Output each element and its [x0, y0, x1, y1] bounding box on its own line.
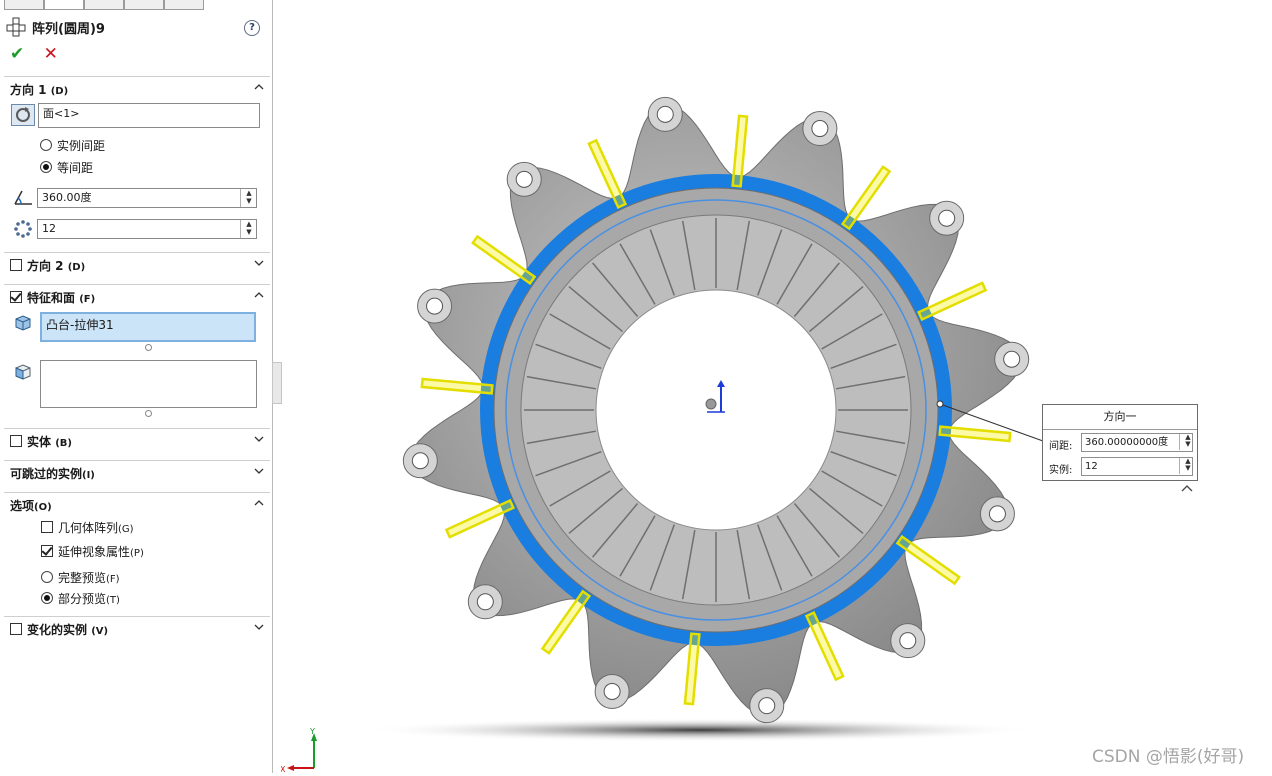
boss-hole: [515, 170, 533, 188]
radio-instance-spacing-dot[interactable]: [40, 139, 52, 151]
boss-hole: [426, 297, 444, 315]
help-icon[interactable]: ?: [244, 20, 260, 36]
cancel-x-icon[interactable]: ✕: [44, 44, 58, 64]
circular-pattern-icon: [6, 17, 26, 37]
manager-tab-bar: [0, 0, 272, 10]
boss-hole: [988, 505, 1006, 523]
triad-x-label: X: [281, 765, 286, 773]
features-list[interactable]: 凸台-拉伸31: [40, 312, 256, 342]
angle-input[interactable]: 360.00度: [37, 188, 257, 208]
graphics-viewport[interactable]: Y X: [280, 0, 1272, 774]
callout-anchor: [936, 400, 944, 408]
section-skip-instances-header[interactable]: 可跳过的实例(I): [4, 460, 270, 485]
pattern-callout-box: 方向一 间距: 360.00000000度 ▲ ▼ 实例: 12 ▲ ▼: [1042, 404, 1198, 481]
chevron-down-icon[interactable]: [254, 622, 264, 632]
callout-spacing-input[interactable]: 360.00000000度: [1081, 433, 1193, 452]
callout-spacing-spinner[interactable]: ▲ ▼: [1179, 434, 1196, 450]
callout-instances-input[interactable]: 12: [1081, 457, 1193, 476]
section-varied-instances-header[interactable]: 变化的实例 (V): [4, 616, 270, 641]
chevron-down-icon[interactable]: [254, 466, 264, 476]
property-manager-panel: 阵列(圆周)9 ? ✔ ✕ 方向 1 (D) 面<1> 实例间距 等间距 360…: [0, 0, 273, 773]
instances-input[interactable]: 12: [37, 219, 257, 239]
features-to-pattern-icon: [15, 315, 31, 331]
chevron-down-icon[interactable]: [254, 258, 264, 268]
section-direction2-header[interactable]: 方向 2 (D): [4, 252, 270, 277]
boss-hole: [411, 452, 429, 470]
callout-instances-row: 实例: 12 ▲ ▼: [1043, 455, 1197, 479]
instances-icon: [14, 220, 32, 238]
chevron-up-icon[interactable]: [254, 82, 264, 92]
features-list-resize-handle[interactable]: [145, 344, 152, 351]
boss-hole: [938, 209, 956, 227]
instances-spinner[interactable]: ▲ ▼: [240, 220, 257, 238]
callout-spacing-row: 间距: 360.00000000度 ▲ ▼: [1043, 431, 1197, 455]
radio-instance-spacing[interactable]: 实例间距: [40, 137, 105, 154]
callout-instances-label: 实例:: [1049, 465, 1073, 476]
watermark-text: CSDN @悟影(好哥): [1092, 747, 1245, 767]
chevron-down-icon[interactable]: [254, 434, 264, 444]
radio-equal-spacing-dot[interactable]: [40, 161, 52, 173]
geometry-pattern-checkbox[interactable]: [41, 521, 53, 533]
faces-list[interactable]: [40, 360, 257, 408]
section-options-header[interactable]: 选项(O): [4, 492, 270, 517]
section-options-label: 选项(O): [10, 498, 52, 513]
callout-collapse-chevron-icon[interactable]: [1181, 484, 1193, 492]
ok-cancel-row: ✔ ✕: [10, 44, 58, 64]
varied-instances-checkbox[interactable]: [10, 622, 22, 635]
faces-list-resize-handle[interactable]: [145, 410, 152, 417]
triad-y-label: Y: [309, 727, 315, 736]
section-direction1-label: 方向 1 (D): [10, 82, 69, 97]
section-direction2-label: 方向 2 (D): [10, 257, 85, 274]
full-preview-option[interactable]: 完整预览(F): [41, 569, 120, 586]
section-bodies-label: 实体 (B): [10, 433, 72, 450]
radio-equal-spacing[interactable]: 等间距: [40, 159, 93, 176]
section-features-faces-label: 特征和面 (F): [10, 289, 95, 306]
angle-spinner[interactable]: ▲ ▼: [240, 189, 257, 207]
section-skip-instances-label: 可跳过的实例(I): [10, 466, 95, 481]
ok-check-icon[interactable]: ✔: [10, 44, 24, 64]
rotation-direction-icon[interactable]: [11, 104, 35, 126]
callout-instances-spinner[interactable]: ▲ ▼: [1179, 458, 1196, 474]
direction2-checkbox[interactable]: [10, 258, 22, 271]
faces-to-pattern-icon: [15, 364, 31, 380]
direction-reference-field[interactable]: 面<1>: [38, 103, 260, 128]
section-varied-instances-label: 变化的实例 (V): [10, 621, 108, 638]
section-features-faces-header[interactable]: 特征和面 (F): [4, 284, 270, 309]
partial-preview-radio[interactable]: [41, 592, 53, 604]
part-model-view[interactable]: Y X: [280, 0, 1272, 774]
chevron-up-icon[interactable]: [254, 498, 264, 508]
geometry-pattern-option[interactable]: 几何体阵列(G): [41, 519, 134, 536]
tab-feature-manager[interactable]: [4, 0, 44, 10]
boss-hole: [811, 120, 829, 138]
angle-icon: [14, 190, 32, 205]
boss-hole: [476, 593, 494, 611]
ground-shadow: [360, 718, 1040, 742]
boss-hole: [1003, 350, 1021, 368]
propagate-visual-checkbox[interactable]: [41, 545, 53, 557]
boss-hole: [758, 697, 776, 715]
tab-property-manager[interactable]: [44, 0, 84, 10]
full-preview-radio[interactable]: [41, 571, 53, 583]
feature-title: 阵列(圆周)9: [32, 21, 105, 37]
coordinate-triad: Y X: [280, 727, 317, 774]
boss-hole: [656, 105, 674, 123]
callout-title: 方向一: [1043, 405, 1197, 430]
feature-header: 阵列(圆周)9 ?: [6, 14, 270, 40]
boss-hole: [603, 682, 621, 700]
tab-configuration-manager[interactable]: [84, 0, 124, 10]
features-list-item[interactable]: 凸台-拉伸31: [46, 316, 250, 333]
tab-dimxpert-manager[interactable]: [124, 0, 164, 10]
boss-hole: [899, 632, 917, 650]
propagate-visual-option[interactable]: 延伸视象属性(P): [41, 543, 144, 560]
features-faces-checkbox[interactable]: [10, 290, 22, 303]
section-bodies-header[interactable]: 实体 (B): [4, 428, 270, 453]
center-bore: [595, 289, 837, 531]
section-direction1-header[interactable]: 方向 1 (D): [4, 76, 270, 101]
chevron-up-icon[interactable]: [254, 290, 264, 300]
bodies-checkbox[interactable]: [10, 434, 22, 447]
partial-preview-option[interactable]: 部分预览(T): [41, 590, 120, 607]
tab-display-manager[interactable]: [164, 0, 204, 10]
callout-spacing-label: 间距:: [1049, 441, 1073, 452]
